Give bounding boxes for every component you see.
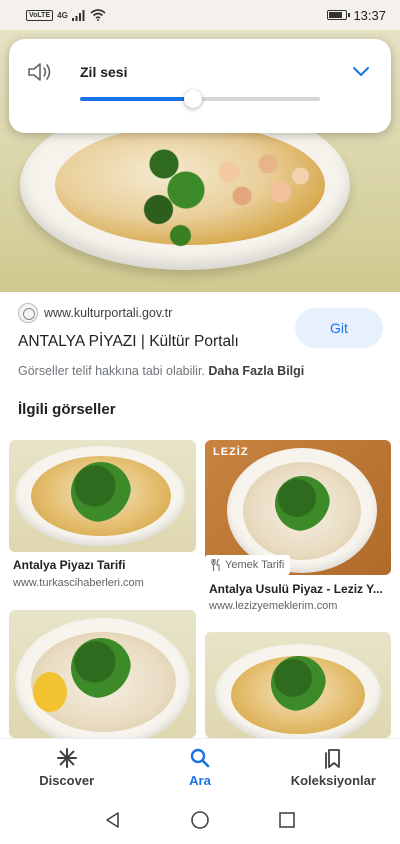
asterisk-icon — [56, 748, 77, 768]
related-title-2[interactable]: Antalya Usulü Piyaz - Leziz Y... — [209, 582, 387, 596]
bottom-nav: Discover Ara Koleksiyonlar — [0, 738, 400, 796]
battery-icon — [327, 10, 351, 20]
speaker-icon[interactable] — [27, 61, 53, 83]
status-bar: VoLTE 4G 13:37 — [0, 0, 400, 30]
related-image-1[interactable] — [9, 440, 196, 552]
volume-slider-thumb[interactable] — [183, 90, 202, 108]
nav-discover[interactable]: Discover — [0, 739, 133, 796]
related-url-2: www.lezizyemeklerim.com — [209, 600, 338, 612]
leziz-logo: LEZİZ — [213, 446, 249, 458]
signal-icon — [71, 9, 85, 21]
related-title-1[interactable]: Antalya Piyazı Tarifi — [13, 558, 193, 572]
lemon-shape — [33, 672, 67, 712]
recipe-badge-label: Yemek Tarifi — [225, 559, 285, 571]
home-icon[interactable] — [190, 810, 210, 830]
status-right: 13:37 — [327, 8, 386, 23]
status-left: VoLTE 4G — [26, 9, 106, 21]
volume-label: Zil sesi — [80, 64, 128, 80]
nav-search-label: Ara — [189, 773, 211, 788]
copyright-text: Görseller telif hakkına tabi olabilir. — [18, 364, 205, 378]
visit-button[interactable]: Git — [295, 308, 383, 348]
volume-slider-fill — [80, 97, 193, 101]
site-url[interactable]: www.kulturportali.gov.tr — [44, 306, 172, 320]
wifi-icon — [90, 9, 106, 21]
fork-knife-icon — [211, 559, 220, 571]
nav-collections[interactable]: Koleksiyonlar — [267, 739, 400, 796]
search-icon — [190, 748, 210, 768]
clock: 13:37 — [353, 7, 386, 23]
recents-icon[interactable] — [277, 810, 297, 830]
nav-collections-label: Koleksiyonlar — [290, 773, 376, 788]
bookmarks-icon — [325, 749, 341, 769]
volte-indicator: VoLTE — [26, 9, 54, 21]
recipe-badge: Yemek Tarifi — [205, 555, 291, 575]
herbs-shape — [120, 125, 230, 255]
back-icon[interactable] — [103, 810, 123, 830]
related-image-3[interactable] — [9, 610, 196, 738]
related-heading: İlgili görseller — [18, 401, 116, 418]
network-type: 4G — [57, 10, 68, 20]
result-title[interactable]: ANTALYA PİYAZI | Kültür Portalı — [18, 333, 239, 351]
volume-slider[interactable] — [80, 90, 320, 108]
related-image-4[interactable] — [205, 632, 391, 738]
nav-discover-label: Discover — [39, 773, 95, 788]
copyright-notice: Görseller telif hakkına tabi olabilir. D… — [18, 364, 304, 378]
site-logo — [18, 303, 38, 323]
volume-panel: Zil sesi — [9, 39, 391, 133]
source-row[interactable]: www.kulturportali.gov.tr — [18, 303, 172, 323]
nav-search[interactable]: Ara — [133, 739, 266, 796]
more-info-link[interactable]: Daha Fazla Bilgi — [208, 364, 304, 378]
chevron-down-icon[interactable] — [351, 63, 371, 79]
related-url-1: www.turkascihaberleri.com — [13, 577, 144, 589]
system-nav-bar — [0, 796, 400, 844]
